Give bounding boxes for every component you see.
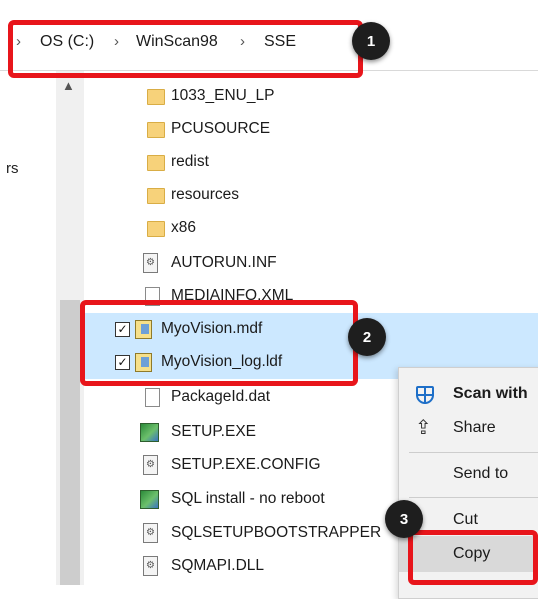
file-icon [145, 388, 160, 407]
file-name: SETUP.EXE.CONFIG [171, 456, 321, 473]
navigation-pane [0, 71, 56, 585]
shortcut-exe-icon [140, 490, 159, 509]
menu-item-label: Cut [453, 511, 478, 528]
highlight-box-address-bar [8, 20, 363, 78]
menu-item-label: Share [453, 419, 496, 436]
folder-icon [147, 155, 165, 171]
navigation-pane-partial-label[interactable]: rs [6, 160, 19, 177]
file-row-1033-enu-lp[interactable]: 1033_ENU_LP [85, 80, 538, 113]
setup-exe-icon [140, 423, 159, 442]
folder-icon [147, 122, 165, 138]
settings-file-icon: ⚙ [143, 253, 158, 273]
highlight-box-selected-files [80, 300, 358, 386]
file-row-pcusource[interactable]: PCUSOURCE [85, 113, 538, 146]
file-name: x86 [171, 219, 196, 236]
file-name: PCUSOURCE [171, 120, 271, 137]
scrollbar-thumb[interactable] [60, 300, 80, 585]
file-row-autorun-inf[interactable]: ⚙ AUTORUN.INF [85, 247, 538, 280]
defender-shield-icon [416, 386, 434, 404]
dll-file-icon: ⚙ [143, 556, 158, 576]
folder-icon [147, 221, 165, 237]
file-name: SQMAPI.DLL [171, 557, 265, 574]
callout-badge-3: 3 [385, 500, 423, 538]
menu-divider [409, 497, 538, 498]
highlight-box-copy [408, 530, 538, 585]
menu-item-label: Scan with [453, 385, 528, 402]
file-row-redist[interactable]: redist [85, 146, 538, 179]
file-name: SQLSETUPBOOTSTRAPPER [171, 524, 382, 541]
scroll-up-arrow-icon[interactable]: ▲ [62, 78, 75, 93]
config-file-icon: ⚙ [143, 455, 158, 475]
file-row-resources[interactable]: resources [85, 179, 538, 212]
file-name: resources [171, 186, 240, 203]
callout-badge-1: 1 [352, 22, 390, 60]
menu-item-scan-with[interactable]: Scan with [399, 376, 538, 412]
file-row-x86[interactable]: x86 [85, 212, 538, 245]
menu-item-label: Send to [453, 465, 509, 482]
settings-file-icon: ⚙ [143, 523, 158, 543]
file-name: SQL install - no reboot [171, 490, 325, 507]
folder-icon [147, 89, 165, 105]
callout-badge-2: 2 [348, 318, 386, 356]
menu-divider [409, 452, 538, 453]
menu-item-share[interactable]: ⇪ Share [399, 410, 538, 446]
file-name: SETUP.EXE [171, 423, 257, 440]
menu-item-send-to[interactable]: Send to [399, 456, 538, 492]
share-icon: ⇪ [415, 417, 432, 439]
file-name: 1033_ENU_LP [171, 87, 275, 104]
folder-icon [147, 188, 165, 204]
file-name: AUTORUN.INF [171, 254, 277, 271]
file-name: redist [171, 153, 209, 170]
file-name: PackageId.dat [171, 388, 271, 405]
